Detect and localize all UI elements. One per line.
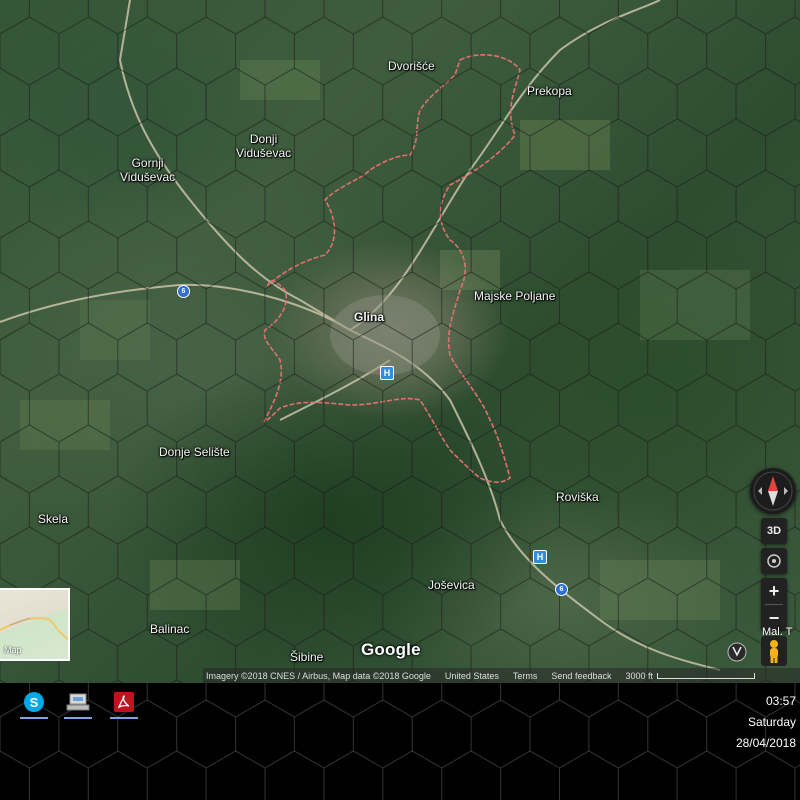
hospital-icon[interactable]: H (533, 550, 547, 564)
place-label[interactable]: Skela (38, 512, 68, 526)
road-shield: 6 (177, 285, 190, 298)
active-indicator (64, 717, 92, 719)
clock-date: 28/04/2018 (735, 736, 796, 750)
clock-time: 03:57 (765, 694, 796, 708)
taskbar-app-skype[interactable]: S (14, 687, 54, 719)
3d-view-button[interactable]: 3D (761, 518, 787, 544)
acrobat-icon (114, 692, 134, 712)
scale-bar (657, 673, 755, 680)
network-drive-icon (66, 693, 90, 711)
hex-grid-lines (0, 0, 800, 683)
zoom-controls: + − (761, 578, 787, 631)
map-view[interactable]: Dvorišće Prekopa Donji Viduševac Gornji Vi… (0, 0, 800, 683)
svg-text:S: S (30, 695, 39, 710)
place-label[interactable]: Gornji Viduševac (120, 156, 175, 184)
rotate-icon (727, 642, 747, 662)
tilt-icon (767, 554, 781, 568)
street-view-pegman[interactable] (761, 636, 787, 666)
minimap-label: Map (4, 645, 22, 655)
taskbar: S 03:57 Saturday 28/04/2018 (0, 683, 800, 800)
feedback-link[interactable]: Send feedback (551, 671, 611, 681)
compass-control[interactable] (750, 468, 796, 514)
place-label[interactable]: Dvorišće (388, 59, 435, 73)
active-indicator (20, 717, 48, 719)
tilt-button[interactable] (761, 548, 787, 574)
taskbar-app-network[interactable] (58, 687, 98, 719)
attribution-text: Imagery ©2018 CNES / Airbus, Map data ©2… (206, 670, 431, 681)
scale-label: 3000 ft (625, 670, 653, 681)
rotate-button[interactable] (726, 641, 748, 663)
system-clock[interactable]: 03:57 Saturday 28/04/2018 (696, 691, 796, 754)
place-label[interactable]: Donje Selište (159, 445, 230, 459)
place-label[interactable]: Joševica (428, 578, 475, 592)
active-indicator (110, 717, 138, 719)
place-label[interactable]: Šibine (290, 650, 323, 664)
place-label[interactable]: Prekopa (527, 84, 572, 98)
hex-grid-overlay (0, 0, 800, 683)
region-link[interactable]: United States (445, 671, 499, 681)
place-label[interactable]: Donji Viduševac (236, 132, 291, 160)
place-label[interactable]: Majske Poljane (474, 289, 555, 303)
road-shield: 6 (555, 583, 568, 596)
compass-icon (753, 471, 793, 511)
minimap-toggle[interactable]: Map (0, 588, 70, 661)
google-logo: Google (361, 640, 421, 659)
zoom-in-button[interactable]: + (761, 578, 787, 604)
scale-indicator[interactable]: 3000 ft (625, 671, 769, 681)
place-label[interactable]: Balinac (150, 622, 189, 636)
hospital-icon[interactable]: H (380, 366, 394, 380)
attribution-bar: Imagery ©2018 CNES / Airbus, Map data ©2… (203, 668, 800, 683)
clock-day: Saturday (747, 715, 796, 729)
place-label[interactable]: Glina (354, 310, 384, 324)
terms-link[interactable]: Terms (513, 671, 538, 681)
skype-icon: S (24, 692, 44, 712)
place-label[interactable]: Roviška (556, 490, 599, 504)
pegman-icon (770, 640, 778, 663)
taskbar-app-acrobat[interactable] (104, 687, 144, 719)
